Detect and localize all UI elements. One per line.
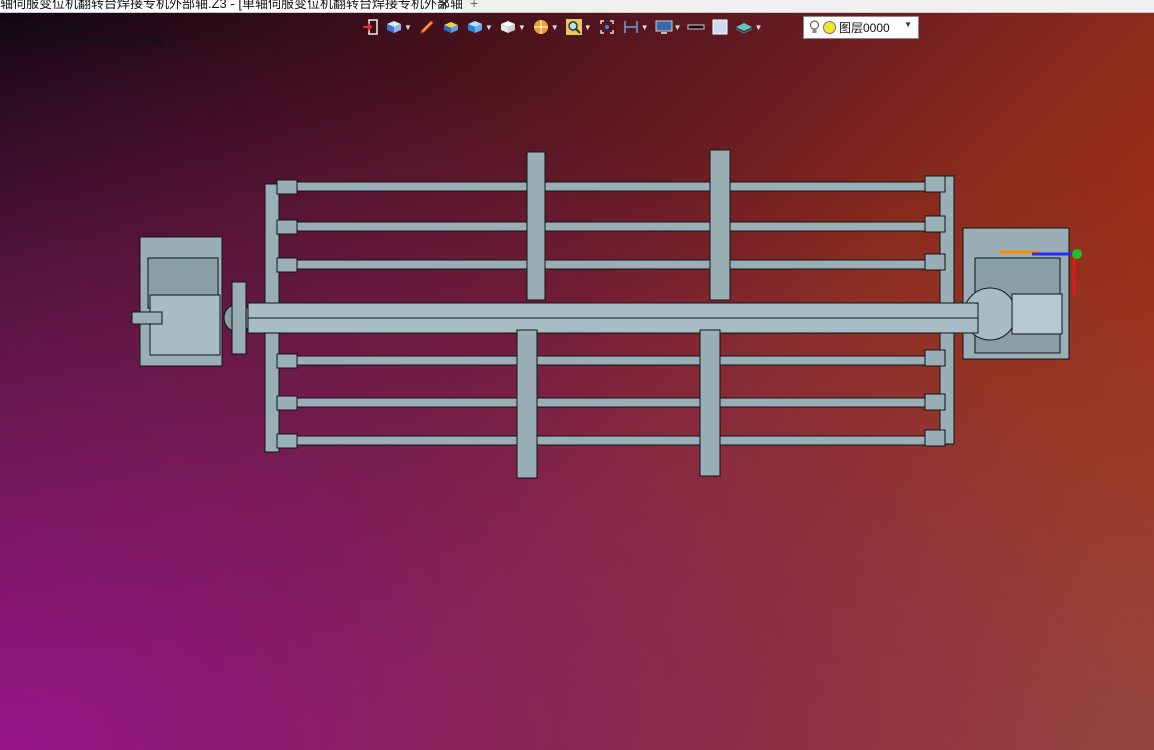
rail: [279, 181, 941, 192]
support-post: [699, 329, 721, 477]
rail: [279, 355, 941, 366]
cad-model-viewport[interactable]: [0, 0, 1154, 750]
rail: [279, 435, 941, 446]
support-post: [526, 151, 546, 301]
support-post: [709, 149, 731, 301]
rail: [279, 397, 941, 408]
positioner-assembly: [131, 149, 1070, 479]
rail: [279, 221, 941, 232]
support-post: [516, 329, 538, 479]
rail: [279, 259, 941, 270]
